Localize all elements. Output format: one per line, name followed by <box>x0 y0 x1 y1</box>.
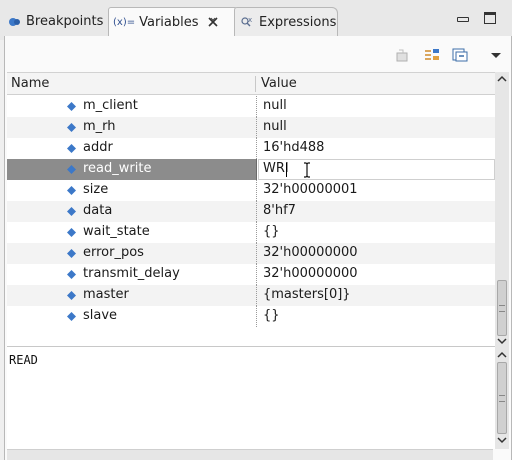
variable-icon <box>67 249 76 258</box>
variable-icon <box>67 102 76 111</box>
variable-icon <box>67 228 76 237</box>
variable-name: slave <box>83 308 118 323</box>
tab-expressions-label: Expressions <box>259 14 337 30</box>
vertical-scroll-thumb[interactable] <box>497 280 507 336</box>
table-row[interactable]: error_pos 32'h00000000 <box>7 243 495 264</box>
close-icon[interactable] <box>207 16 219 28</box>
show-logical-structure-icon[interactable] <box>423 47 441 63</box>
column-header-name[interactable]: Name <box>11 76 49 91</box>
tab-variables-label: Variables <box>139 14 199 30</box>
collapse-all-icon[interactable] <box>451 47 469 63</box>
variable-rows: m_client null m_rh null addr 16'hd488 re… <box>7 96 495 327</box>
detail-pane[interactable]: READ <box>7 346 495 449</box>
tab-breakpoints-label: Breakpoints <box>26 14 104 29</box>
detail-scroll-thumb[interactable] <box>497 362 507 434</box>
variable-name: master <box>83 287 129 302</box>
cell-separator <box>256 159 257 180</box>
text-cursor-icon <box>304 162 310 178</box>
variable-icon <box>67 144 76 153</box>
cell-separator <box>256 180 257 201</box>
svg-text:x: x <box>248 16 252 24</box>
expressions-icon: x <box>241 16 252 27</box>
variable-name: error_pos <box>83 245 144 260</box>
variable-name: m_rh <box>83 119 116 134</box>
detail-text: READ <box>9 353 38 367</box>
cell-separator <box>256 306 257 327</box>
detail-scroll-up-icon[interactable] <box>495 348 509 361</box>
tree-header: Name Value <box>7 73 495 95</box>
variable-value: {} <box>263 308 280 323</box>
variable-icon <box>67 165 76 174</box>
detail-vertical-scrollbar[interactable] <box>495 346 509 449</box>
table-row[interactable]: master {masters[0]} <box>7 285 495 306</box>
tab-expressions[interactable]: x Expressions <box>234 7 338 36</box>
tree-vertical-scrollbar[interactable] <box>495 72 509 361</box>
cell-separator <box>256 264 257 285</box>
cell-separator <box>256 222 257 243</box>
minimize-icon[interactable] <box>456 12 469 24</box>
variable-name: size <box>83 182 109 197</box>
variable-icon <box>67 123 76 132</box>
table-row[interactable]: addr 16'hd488 <box>7 138 495 159</box>
variable-icon <box>67 207 76 216</box>
variables-tree[interactable]: Name Value m_client null m_rh null addr <box>7 72 495 361</box>
view-toolbar <box>5 36 511 72</box>
variable-icon <box>67 291 76 300</box>
table-row[interactable]: m_rh null <box>7 117 495 138</box>
text-caret <box>286 163 287 177</box>
variable-name: data <box>83 203 113 218</box>
cell-separator <box>256 117 257 138</box>
detail-horizontal-scrollbar[interactable] <box>7 449 493 460</box>
variables-icon: (x)= <box>113 16 136 28</box>
variable-value: {masters[0]} <box>263 287 351 302</box>
table-row[interactable]: slave {} <box>7 306 495 327</box>
table-row-selected[interactable]: read_write WRI <box>7 159 495 180</box>
value-edit-text: WRI <box>263 161 289 176</box>
variable-name: m_client <box>83 98 138 113</box>
variable-name: read_write <box>83 161 152 176</box>
variables-view: Name Value m_client null m_rh null addr <box>4 36 512 460</box>
variable-value: 8'hf7 <box>263 203 296 218</box>
table-row[interactable]: transmit_delay 32'h00000000 <box>7 264 495 285</box>
cell-separator <box>256 138 257 159</box>
maximize-icon[interactable] <box>484 12 496 24</box>
cell-separator <box>256 243 257 264</box>
variable-icon <box>67 186 76 195</box>
variable-icon <box>67 312 76 321</box>
variable-value: 16'hd488 <box>263 140 325 155</box>
variable-value: null <box>263 119 287 134</box>
breakpoints-icon <box>9 17 20 26</box>
tab-variables[interactable]: (x)= Variables <box>108 7 240 36</box>
scroll-up-icon[interactable] <box>495 72 509 85</box>
cell-separator <box>256 96 257 117</box>
show-type-names-icon[interactable] <box>395 47 413 63</box>
view-tab-bar: Breakpoints (x)= Variables x Expressions <box>0 0 512 40</box>
variable-name: transmit_delay <box>83 266 180 281</box>
variable-value: null <box>263 98 287 113</box>
variable-value: 32'h00000001 <box>263 182 358 197</box>
table-row[interactable]: wait_state {} <box>7 222 495 243</box>
tab-breakpoints[interactable]: Breakpoints <box>4 7 108 36</box>
cell-separator <box>256 285 257 306</box>
variable-value: 32'h00000000 <box>263 245 358 260</box>
variable-value: {} <box>263 224 280 239</box>
cell-separator <box>256 201 257 222</box>
value-edit-field[interactable]: WRI <box>258 159 495 180</box>
variable-name: wait_state <box>83 224 150 239</box>
table-row[interactable]: m_client null <box>7 96 495 117</box>
detail-scroll-down-icon[interactable] <box>495 434 509 447</box>
variable-icon <box>67 270 76 279</box>
variable-name: addr <box>83 140 113 155</box>
column-header-value[interactable]: Value <box>261 76 297 91</box>
view-menu-icon[interactable] <box>487 47 505 63</box>
variable-value: 32'h00000000 <box>263 266 358 281</box>
column-separator[interactable] <box>255 76 256 92</box>
table-row[interactable]: size 32'h00000001 <box>7 180 495 201</box>
table-row[interactable]: data 8'hf7 <box>7 201 495 222</box>
